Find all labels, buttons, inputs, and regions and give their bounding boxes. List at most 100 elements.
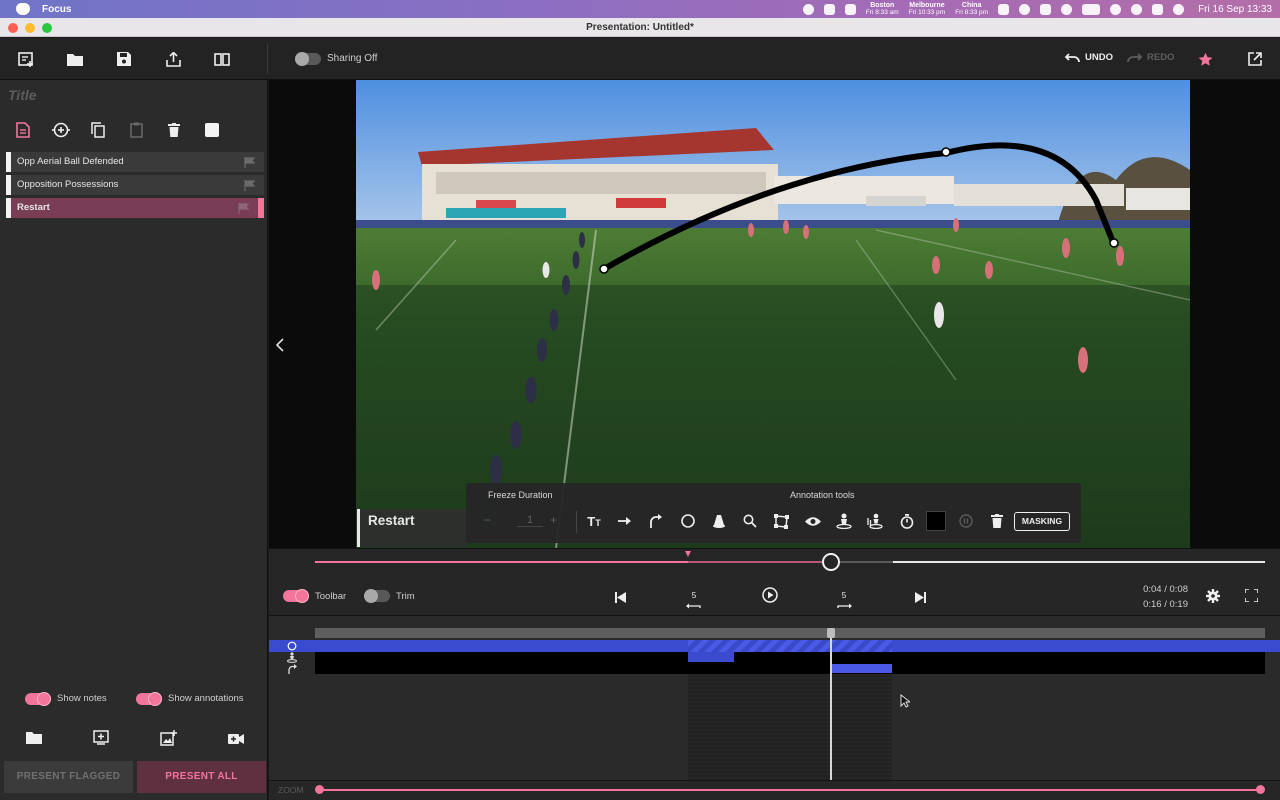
redo-button[interactable]: REDO [1127, 52, 1174, 63]
app-name[interactable]: Focus [42, 4, 71, 15]
rewind-5-button[interactable]: 5 [686, 585, 702, 609]
toolbar-toggle[interactable] [283, 589, 309, 603]
paste-button[interactable] [130, 122, 143, 143]
play-status-icon[interactable] [1061, 3, 1073, 15]
curved-arrow-segment[interactable] [832, 664, 892, 673]
app-r-icon[interactable] [844, 3, 856, 15]
favorite-button[interactable] [1196, 50, 1214, 68]
decrement-icon[interactable]: − [484, 513, 491, 527]
zoom-handle-start[interactable] [315, 785, 324, 794]
spotlight-tool[interactable] [709, 511, 729, 531]
present-all-button[interactable]: PRESENT ALL [137, 761, 266, 793]
popout-button[interactable] [1246, 50, 1264, 68]
scrubber-handle[interactable] [822, 553, 840, 571]
circle-tool[interactable] [678, 511, 698, 531]
undo-button[interactable]: UNDO [1065, 52, 1113, 63]
new-presentation-button[interactable] [17, 50, 35, 68]
save-button[interactable] [115, 50, 133, 68]
clip-item[interactable]: Opp Aerial Ball Defended [6, 152, 264, 172]
playhead[interactable] [830, 628, 832, 781]
show-notes-toggle[interactable] [25, 692, 51, 706]
track-curved-arrow[interactable] [315, 663, 1265, 674]
selected-range-overlay [688, 674, 892, 781]
playhead-handle[interactable] [827, 628, 835, 638]
skip-to-start-button[interactable] [615, 590, 626, 608]
curved-arrow-icon [650, 514, 662, 528]
siri-icon[interactable] [1173, 3, 1185, 15]
control-center-icon[interactable] [1152, 3, 1164, 15]
open-clips-folder-button[interactable] [26, 731, 42, 749]
clip-item-active[interactable]: Restart [6, 198, 264, 218]
clip-time: 0:04 / 0:08 [1143, 584, 1188, 595]
split-view-button[interactable] [213, 50, 231, 68]
player-move-tool[interactable] [865, 511, 885, 531]
flag-icon[interactable] [244, 180, 255, 191]
menubar-datetime[interactable]: Fri 16 Sep 13:33 [1198, 4, 1272, 15]
sharing-toggle[interactable] [295, 52, 321, 66]
player-marker-segment[interactable] [688, 652, 734, 662]
timer-tool[interactable] [897, 511, 917, 531]
add-clip-button[interactable] [52, 122, 70, 143]
magnify-tool[interactable] [740, 511, 760, 531]
text-tool[interactable]: TT [584, 511, 604, 531]
skip-to-end-button[interactable] [915, 590, 926, 608]
settings-button[interactable] [1206, 589, 1220, 608]
zoom-window-button[interactable] [42, 23, 52, 33]
annotation-toolbar: Freeze Duration Annotation tools − 1 + T… [466, 483, 1081, 543]
clip-item[interactable]: Opposition Possessions [6, 175, 264, 195]
polygon-tool[interactable] [771, 511, 791, 531]
world-clock-melbourne[interactable]: Melbourne Fri 10:33 pm [909, 2, 946, 16]
player-marker-tool[interactable] [834, 511, 854, 531]
delete-annotation-tool[interactable] [987, 511, 1007, 531]
increment-icon[interactable]: + [550, 513, 557, 527]
export-button[interactable] [164, 50, 182, 68]
zoom-track[interactable] [320, 789, 1260, 791]
battery-icon[interactable] [1082, 3, 1101, 15]
show-annotations-toggle[interactable] [136, 692, 162, 706]
open-folder-button[interactable] [66, 50, 84, 68]
freeze-duration-stepper[interactable]: − 1 + [484, 513, 559, 531]
previous-clip-button[interactable] [275, 338, 285, 357]
minimize-window-button[interactable] [25, 23, 35, 33]
app-m-icon[interactable] [1040, 3, 1052, 15]
visibility-tool[interactable] [803, 511, 823, 531]
video-frame[interactable] [356, 80, 1190, 548]
curved-arrow-tool[interactable] [646, 511, 666, 531]
flag-icon[interactable] [238, 203, 249, 214]
timeline-ruler[interactable] [315, 628, 1265, 638]
pause-tool[interactable] [956, 511, 976, 531]
notes-button[interactable] [16, 122, 30, 143]
world-clock-china[interactable]: China Fri 8:33 pm [955, 2, 988, 16]
note-icon [16, 122, 30, 138]
add-image-button[interactable] [160, 730, 177, 751]
gear-icon [1206, 589, 1220, 603]
forward-5-button[interactable]: 5 [836, 585, 852, 609]
duplicate-button[interactable] [91, 122, 105, 143]
moon-icon[interactable] [1019, 3, 1031, 15]
circle-annotation-segment[interactable] [688, 640, 892, 652]
app-k-icon[interactable] [823, 3, 835, 15]
trim-toggle[interactable] [364, 589, 390, 603]
flag-icon[interactable] [244, 157, 255, 168]
select-all-checkbox[interactable] [205, 123, 219, 137]
freeze-duration-value[interactable]: 1 [517, 514, 543, 527]
add-slide-button[interactable] [93, 730, 109, 750]
record-icon[interactable] [802, 3, 814, 15]
masking-button[interactable]: MASKING [1014, 512, 1070, 531]
wifi-icon[interactable] [1110, 3, 1122, 15]
play-button[interactable] [762, 587, 778, 608]
spotlight-search-icon[interactable] [1131, 3, 1143, 15]
presentation-title-input[interactable]: Title [8, 87, 37, 103]
apple-icon[interactable] [16, 3, 30, 15]
world-clock-boston[interactable]: Boston Fri 8:33 am [866, 2, 899, 16]
arrow-tool[interactable] [615, 511, 635, 531]
color-swatch[interactable] [926, 511, 946, 531]
zoom-handle-end[interactable] [1256, 785, 1265, 794]
add-video-button[interactable] [228, 732, 244, 750]
close-window-button[interactable] [8, 23, 18, 33]
present-flagged-button[interactable]: PRESENT FLAGGED [4, 761, 133, 793]
delete-clip-button[interactable] [168, 123, 180, 142]
track-player-marker[interactable] [315, 652, 1265, 663]
screen-icon[interactable] [998, 3, 1010, 15]
fullscreen-button[interactable] [1244, 588, 1259, 607]
